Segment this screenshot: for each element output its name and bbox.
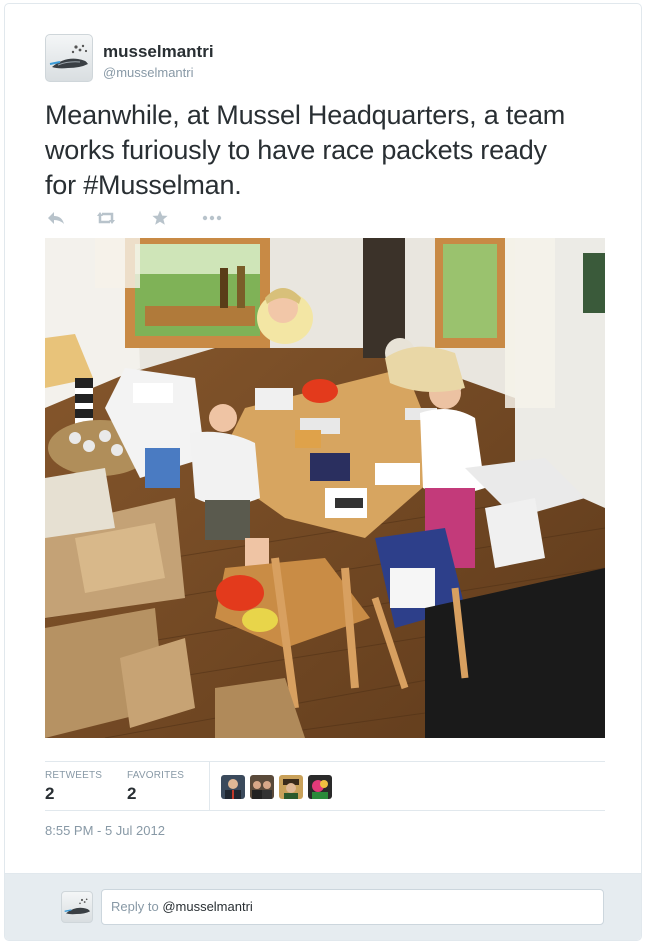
favoriter-avatar[interactable] [250,775,274,799]
retweets-count[interactable]: 2 [45,784,54,804]
more-icon [202,215,222,221]
tweet-text-line: works furiously to have race packets rea… [45,135,547,165]
avatar-image [221,775,245,799]
reply-button[interactable] [45,208,67,228]
favorite-button[interactable] [149,208,171,228]
tweet-text-line: Meanwhile, at Mussel Headquarters, a tea… [45,100,566,130]
reply-prefix: Reply to [111,899,163,914]
retweet-button[interactable] [95,208,117,228]
display-name[interactable]: musselmantri [103,42,214,62]
avatar-image [308,775,332,799]
tweet-timestamp[interactable]: 8:55 PM - 5 Jul 2012 [45,823,165,838]
avatar-image [279,775,303,799]
user-handle[interactable]: @musselmantri [103,65,194,80]
tweet-card: musselmantri @musselmantri Meanwhile, at… [4,3,642,941]
tweet-photo-image [45,238,605,738]
tweet-text: Meanwhile, at Mussel Headquarters, a tea… [45,98,605,203]
tweet-stats: RETWEETS 2 FAVORITES 2 [45,761,605,811]
retweets-label[interactable]: RETWEETS [45,770,102,781]
favorites-count[interactable]: 2 [127,784,136,804]
tweet-photo[interactable] [45,238,605,738]
favorites-label[interactable]: FAVORITES [127,770,184,781]
stats-divider [209,762,210,810]
reply-mention: @musselmantri [162,899,253,914]
reply-bar: Reply to @musselmantri [5,873,641,940]
mussel-logo-icon [49,44,88,69]
reply-input[interactable]: Reply to @musselmantri [101,889,604,925]
more-button[interactable] [201,208,223,228]
favoriter-avatar[interactable] [221,775,245,799]
reply-icon [48,212,64,224]
favorite-star-icon [152,210,168,225]
favoriter-avatar[interactable] [308,775,332,799]
reply-avatar [61,891,93,923]
avatar-image [250,775,274,799]
retweet-icon [97,212,115,224]
profile-avatar[interactable] [45,34,93,82]
favoriter-avatar[interactable] [279,775,303,799]
tweet-text-line: for #Musselman. [45,170,242,200]
mussel-logo-icon [64,898,90,915]
